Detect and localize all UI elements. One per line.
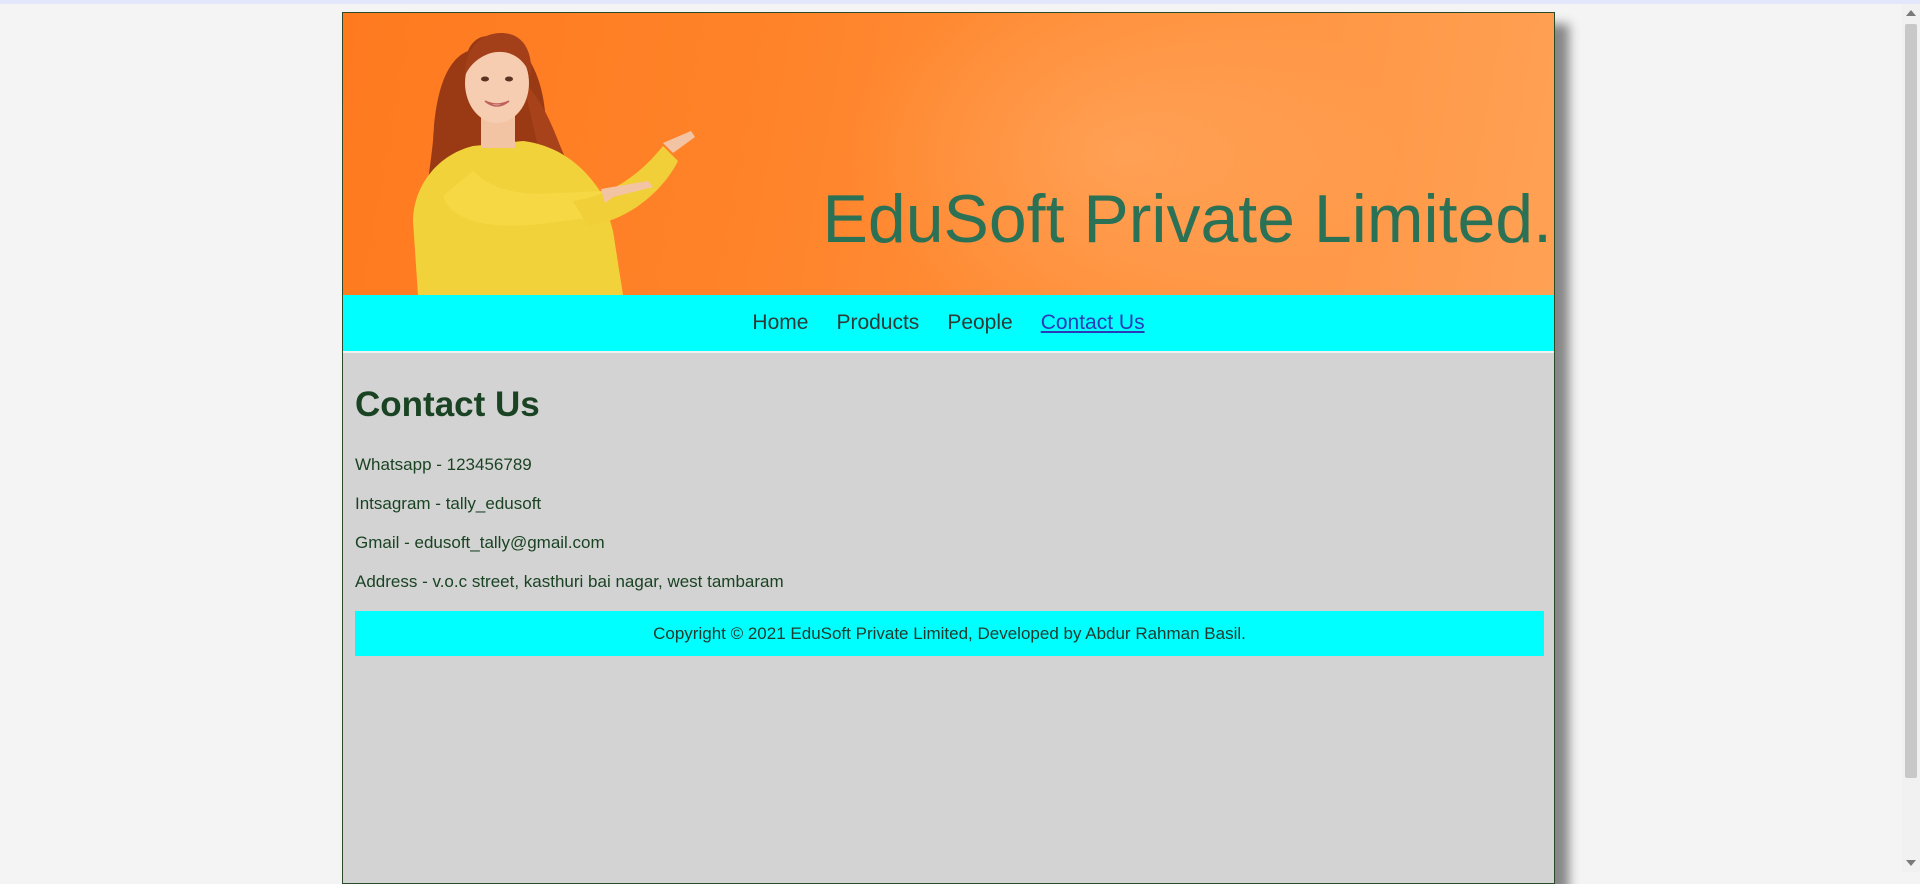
contact-whatsapp: Whatsapp - 123456789 (355, 455, 532, 474)
nav-divider (343, 351, 1554, 353)
browser-top-line (0, 0, 1920, 4)
page-container: EduSoft Private Limited. Home Products P… (342, 12, 1555, 884)
contact-address: Address - v.o.c street, kasthuri bai nag… (355, 572, 784, 591)
header-banner: EduSoft Private Limited. (343, 13, 1554, 295)
footer-copyright: Copyright © 2021 EduSoft Private Limited… (653, 623, 1246, 643)
footer-bar: Copyright © 2021 EduSoft Private Limited… (355, 611, 1544, 656)
banner-woman-pointing-image (413, 33, 695, 295)
contact-heading: Contact Us (355, 385, 540, 424)
nav-item-products[interactable]: Products (836, 311, 919, 335)
main-nav: Home Products People Contact Us (343, 295, 1554, 351)
contact-instagram: Intsagram - tally_edusoft (355, 494, 542, 513)
scroll-up-arrow-icon[interactable] (1906, 10, 1916, 16)
contact-gmail: Gmail - edusoft_tally@gmail.com (355, 533, 605, 552)
scroll-down-arrow-icon[interactable] (1906, 860, 1916, 866)
nav-item-people[interactable]: People (947, 311, 1012, 335)
nav-item-contact-us[interactable]: Contact Us (1041, 311, 1145, 335)
vertical-scrollbar[interactable] (1902, 4, 1920, 872)
scrollbar-thumb[interactable] (1905, 24, 1917, 778)
nav-item-home[interactable]: Home (752, 311, 808, 335)
brand-title: EduSoft Private Limited. (822, 181, 1552, 257)
